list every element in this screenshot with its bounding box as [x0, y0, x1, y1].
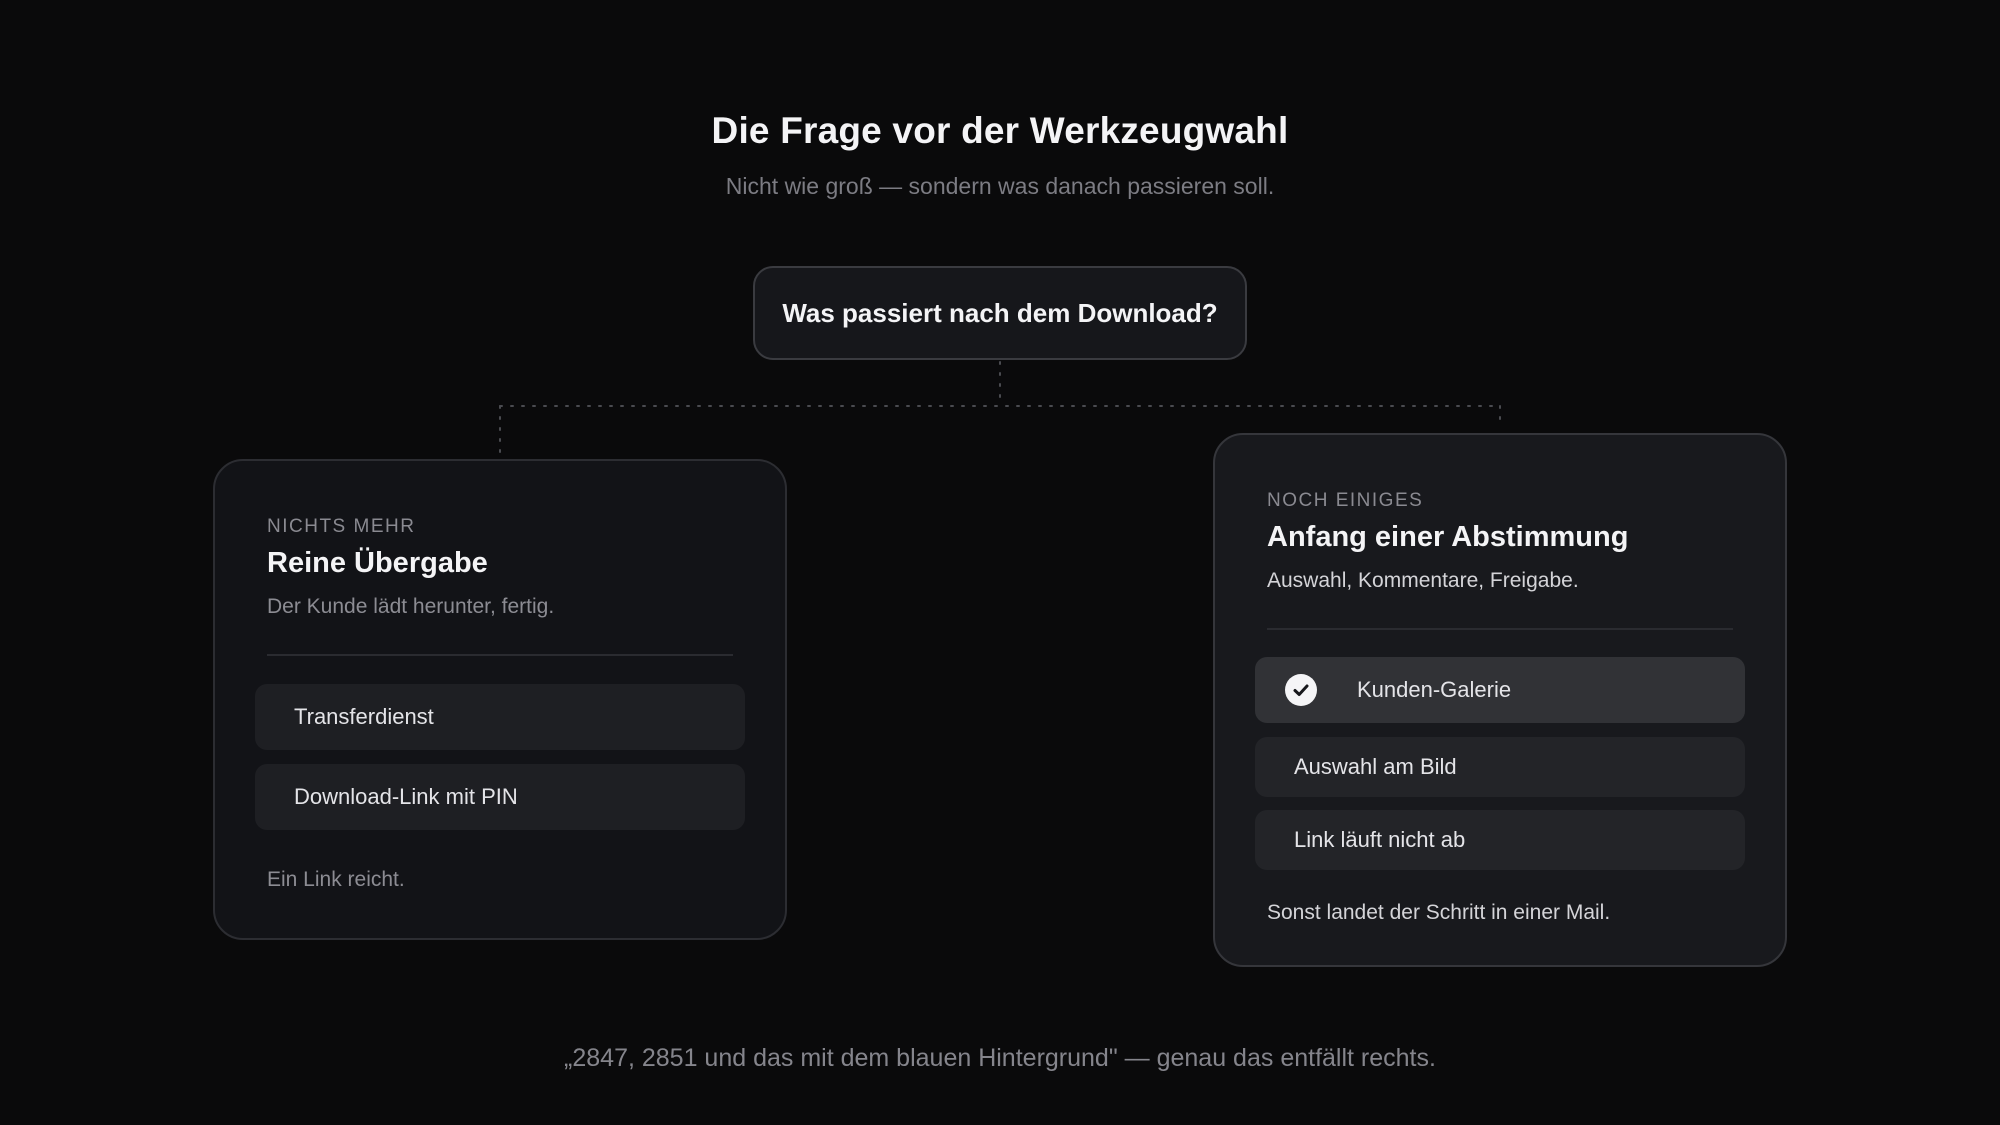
right-card-eyebrow: NOCH EINIGES — [1267, 490, 1424, 511]
right-card-description: Auswahl, Kommentare, Freigabe. — [1267, 569, 1579, 592]
check-circle-icon — [1285, 674, 1317, 706]
card-coordination: NOCH EINIGES Anfang einer Abstimmung Aus… — [1213, 433, 1787, 967]
page-title: Die Frage vor der Werkzeugwahl — [711, 110, 1289, 151]
option-download-link-pin[interactable]: Download-Link mit PIN — [255, 764, 745, 830]
right-card-footnote: Sonst landet der Schritt in einer Mail. — [1267, 901, 1611, 924]
option-transferdienst[interactable]: Transferdienst — [255, 684, 745, 750]
card-plain-handover: NICHTS MEHR Reine Übergabe Der Kunde läd… — [213, 459, 787, 940]
left-card-eyebrow: NICHTS MEHR — [267, 516, 416, 537]
option-kunden-galerie[interactable]: Kunden-Galerie — [1255, 657, 1745, 723]
bottom-quote: „2847, 2851 und das mit dem blauen Hinte… — [564, 1044, 1436, 1072]
option-label: Kunden-Galerie — [1357, 677, 1512, 702]
option-link-laeuft-nicht-ab[interactable]: Link läuft nicht ab — [1255, 810, 1745, 870]
left-card-description: Der Kunde lädt herunter, fertig. — [267, 595, 555, 618]
question-box: Was passiert nach dem Download? — [753, 266, 1247, 360]
option-auswahl-am-bild[interactable]: Auswahl am Bild — [1255, 737, 1745, 797]
left-card-title: Reine Übergabe — [267, 547, 488, 579]
left-card-footnote: Ein Link reicht. — [267, 868, 405, 891]
page-subtitle: Nicht wie groß — sondern was danach pass… — [725, 173, 1275, 199]
right-card-title: Anfang einer Abstimmung — [1267, 521, 1629, 553]
right-card-divider — [1267, 628, 1733, 630]
left-card-divider — [267, 654, 733, 656]
